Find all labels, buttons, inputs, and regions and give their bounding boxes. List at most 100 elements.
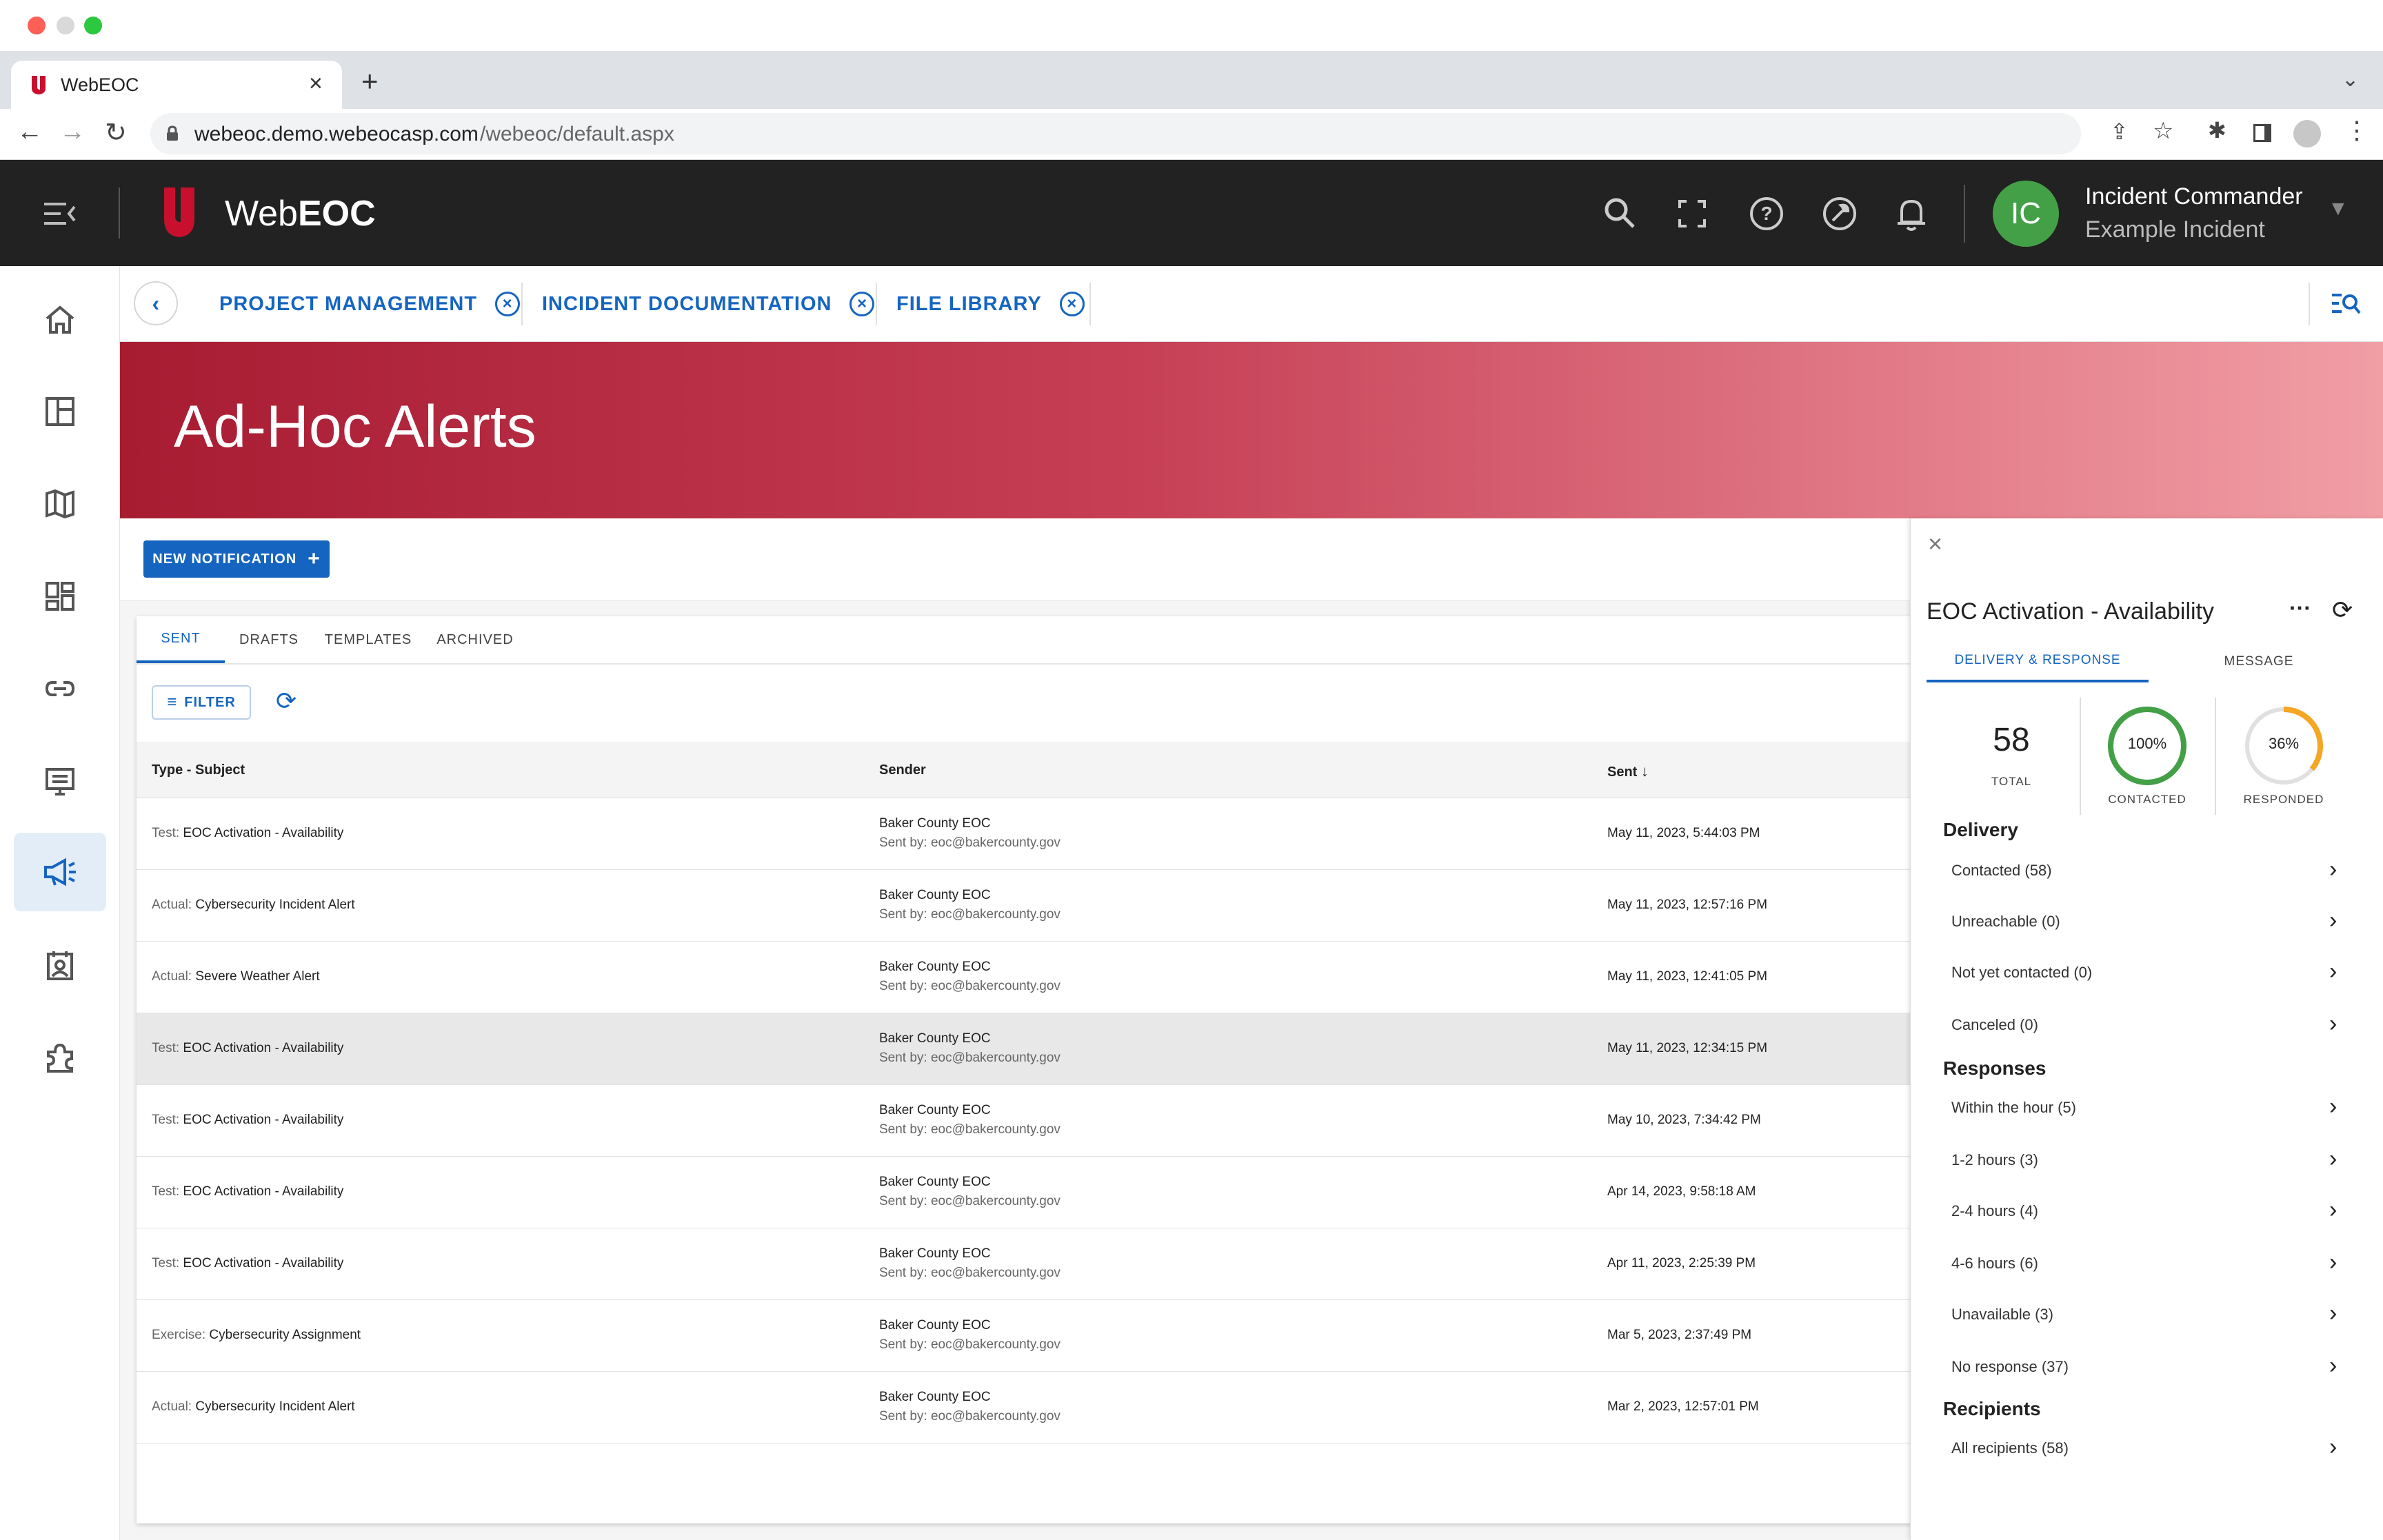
help-icon[interactable]: ? [1749,196,1784,232]
side-panel-icon[interactable] [2253,124,2271,142]
list-item-label: 4-6 hours (6) [1951,1255,2038,1272]
table-row[interactable]: Actual: Cybersecurity Incident Alert Bake… [137,1372,1913,1443]
menu-collapse-icon[interactable] [43,200,77,227]
profile-avatar-icon[interactable] [2293,120,2321,148]
delivery-item[interactable]: Not yet contacted (0) › [1927,954,2354,995]
more-options-icon[interactable]: ··· [2289,596,2311,621]
delivery-item[interactable]: Contacted (58) › [1927,852,2354,893]
sidebar-item-plugins[interactable] [14,1019,106,1097]
tab-list-chevron-icon[interactable]: ⌄ [2342,68,2359,92]
close-tab-circle-icon[interactable]: × [495,292,521,316]
type-subject-cell: Test: EOC Activation - Availability [152,1184,343,1199]
table-row[interactable]: Actual: Severe Weather Alert Baker County… [137,942,1913,1013]
close-window-button[interactable] [28,17,46,34]
tab-file-library[interactable]: FILE LIBRARY × [896,266,1085,342]
tab-sent[interactable]: SENT [137,616,225,663]
alert-type: Test: [152,1041,180,1055]
sent-by: Sent by: eoc@bakercounty.gov [879,1194,1060,1208]
fullscreen-icon[interactable] [1678,200,1706,227]
sender-name: Baker County EOC [879,888,991,902]
list-item-label: All recipients (58) [1951,1439,2069,1457]
table-row[interactable]: Test: EOC Activation - Availability Baker… [137,1013,1913,1085]
response-item[interactable]: 4-6 hours (6) › [1927,1245,2354,1286]
header-divider-2 [1964,185,1965,243]
minimize-window-button[interactable] [57,17,74,34]
sent-by: Sent by: eoc@bakercounty.gov [879,1409,1060,1424]
close-tab-circle-icon[interactable]: × [1059,292,1085,316]
table-row[interactable]: Test: EOC Activation - Availability Baker… [137,1085,1913,1157]
new-tab-icon[interactable]: + [361,65,379,98]
close-panel-icon[interactable]: × [1928,529,1942,558]
column-type-subject[interactable]: Type - Subject [152,762,245,778]
delivery-item[interactable]: Canceled (0) › [1927,1006,2354,1048]
stat-divider [2215,698,2216,815]
sender-cell: Baker County EOC Sent by: eoc@bakercounty… [879,960,1060,994]
alert-subject: EOC Activation - Availability [183,826,344,840]
tab-incident-documentation[interactable]: INCIDENT DOCUMENTATION × [542,266,875,342]
sidebar-item-board-view[interactable] [14,742,106,820]
share-icon[interactable]: ⇪ [2110,119,2129,145]
response-item[interactable]: 1-2 hours (3) › [1927,1142,2354,1183]
sender-name: Baker County EOC [879,1390,991,1404]
tab-drafts[interactable]: DRAFTS [234,616,303,663]
response-item[interactable]: 2-4 hours (4) › [1927,1193,2354,1234]
maximize-window-button[interactable] [84,17,102,34]
list-item-label: Unavailable (3) [1951,1306,2053,1323]
alert-subject: EOC Activation - Availability [183,1041,344,1055]
sidebar-item-home[interactable] [14,280,106,358]
browser-tab[interactable]: WebEOC × [11,61,342,109]
close-tab-circle-icon[interactable]: × [849,292,875,316]
user-avatar[interactable]: IC [1993,181,2059,247]
address-bar[interactable]: webeoc.demo.webeocasp.com /webeoc/defaul… [150,113,2081,154]
back-icon[interactable]: ← [17,117,43,147]
sender-name: Baker County EOC [879,1246,991,1261]
tab-archived[interactable]: ARCHIVED [432,616,519,663]
alert-subject: EOC Activation - Availability [183,1113,344,1127]
sidebar-item-boards[interactable] [14,372,106,451]
user-menu-chevron-down-icon[interactable]: ▼ [2328,197,2349,221]
tab-delivery-response[interactable]: DELIVERY & RESPONSE [1927,641,2149,682]
sidebar-item-widgets[interactable] [14,557,106,636]
sidebar-item-maps[interactable] [14,465,106,543]
list-item-label: 1-2 hours (3) [1951,1151,2038,1168]
column-sender[interactable]: Sender [879,762,926,778]
refresh-detail-icon[interactable]: ⟳ [2332,596,2353,625]
refresh-icon[interactable]: ⟳ [276,687,296,716]
table-row[interactable]: Exercise: Cybersecurity Assignment Baker … [137,1300,1913,1372]
delivery-item[interactable]: Unreachable (0) › [1927,903,2354,944]
tab-templates[interactable]: TEMPLATES [320,616,416,663]
response-item[interactable]: Within the hour (5) › [1927,1089,2354,1131]
tab-project-management[interactable]: PROJECT MANAGEMENT × [219,266,521,342]
reload-icon[interactable]: ↻ [105,117,127,148]
column-sent[interactable]: Sent ↓ [1607,762,1649,780]
bookmark-star-icon[interactable]: ☆ [2153,117,2173,145]
sent-date: May 11, 2023, 12:57:16 PM [1607,898,1768,912]
browser-menu-icon[interactable]: ⋮ [2344,116,2369,145]
notifications-bell-icon[interactable] [1895,196,1928,232]
tab-message[interactable]: MESSAGE [2149,641,2369,682]
link-icon [45,681,75,696]
tabs-back-chevron-left-icon[interactable]: ‹ [134,281,178,325]
response-item[interactable]: Unavailable (3) › [1927,1296,2354,1337]
extensions-icon[interactable]: ✱ [2208,117,2226,143]
tools-icon[interactable] [1822,196,1858,232]
table-row[interactable]: Test: EOC Activation - Availability Baker… [137,1228,1913,1300]
detail-title: EOC Activation - Availability [1927,598,2214,625]
new-notification-button[interactable]: NEW NOTIFICATION + [143,540,330,578]
table-row[interactable]: Actual: Cybersecurity Incident Alert Bake… [137,870,1913,942]
search-list-icon[interactable] [2331,292,2361,316]
recipients-item[interactable]: All recipients (58) › [1927,1430,2354,1471]
chevron-right-icon: › [2329,1197,2337,1223]
close-tab-icon[interactable]: × [309,70,323,97]
table-row[interactable]: Test: EOC Activation - Availability Baker… [137,1157,1913,1228]
forward-icon[interactable]: → [59,117,86,147]
sidebar-item-alerts[interactable] [14,833,106,911]
list-item-label: Not yet contacted (0) [1951,964,2093,981]
filter-button[interactable]: ≡ FILTER [152,685,251,720]
sidebar-item-links[interactable] [14,649,106,728]
table-row[interactable]: Test: EOC Activation - Availability Baker… [137,798,1913,870]
stat-divider [2080,698,2081,815]
sidebar-item-contacts[interactable] [14,926,106,1005]
response-item[interactable]: No response (37) › [1927,1348,2354,1390]
search-icon[interactable] [1604,197,1636,229]
